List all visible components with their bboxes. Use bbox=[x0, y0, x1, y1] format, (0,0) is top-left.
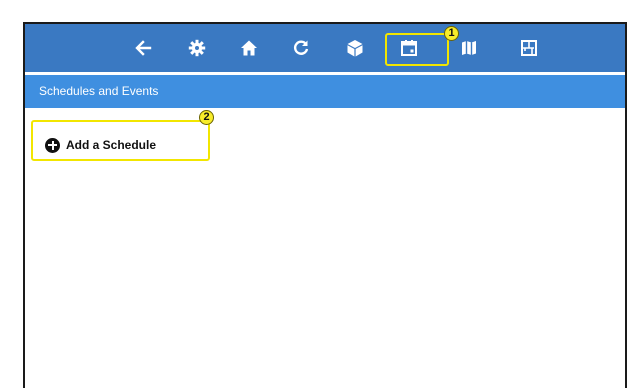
gear-icon[interactable] bbox=[185, 36, 209, 60]
screenshot-frame: 1 Schedules and Events 2 Add a Schedule bbox=[0, 0, 638, 388]
cube-icon[interactable] bbox=[343, 36, 367, 60]
home-icon[interactable] bbox=[237, 36, 261, 60]
app-window: 1 Schedules and Events 2 Add a Schedule bbox=[23, 22, 627, 388]
map-icon[interactable] bbox=[457, 36, 481, 60]
top-toolbar: 1 bbox=[25, 24, 625, 72]
add-schedule-label: Add a Schedule bbox=[66, 138, 157, 152]
add-circle-icon bbox=[45, 137, 60, 153]
highlight-calendar bbox=[385, 33, 449, 66]
floorplan-icon[interactable] bbox=[517, 36, 541, 60]
add-schedule-button[interactable]: Add a Schedule bbox=[45, 136, 156, 154]
callout-badge-1: 1 bbox=[444, 26, 459, 41]
section-header: Schedules and Events bbox=[25, 75, 625, 108]
back-arrow-icon[interactable] bbox=[131, 36, 155, 60]
callout-badge-2: 2 bbox=[199, 110, 214, 125]
refresh-icon[interactable] bbox=[289, 36, 313, 60]
